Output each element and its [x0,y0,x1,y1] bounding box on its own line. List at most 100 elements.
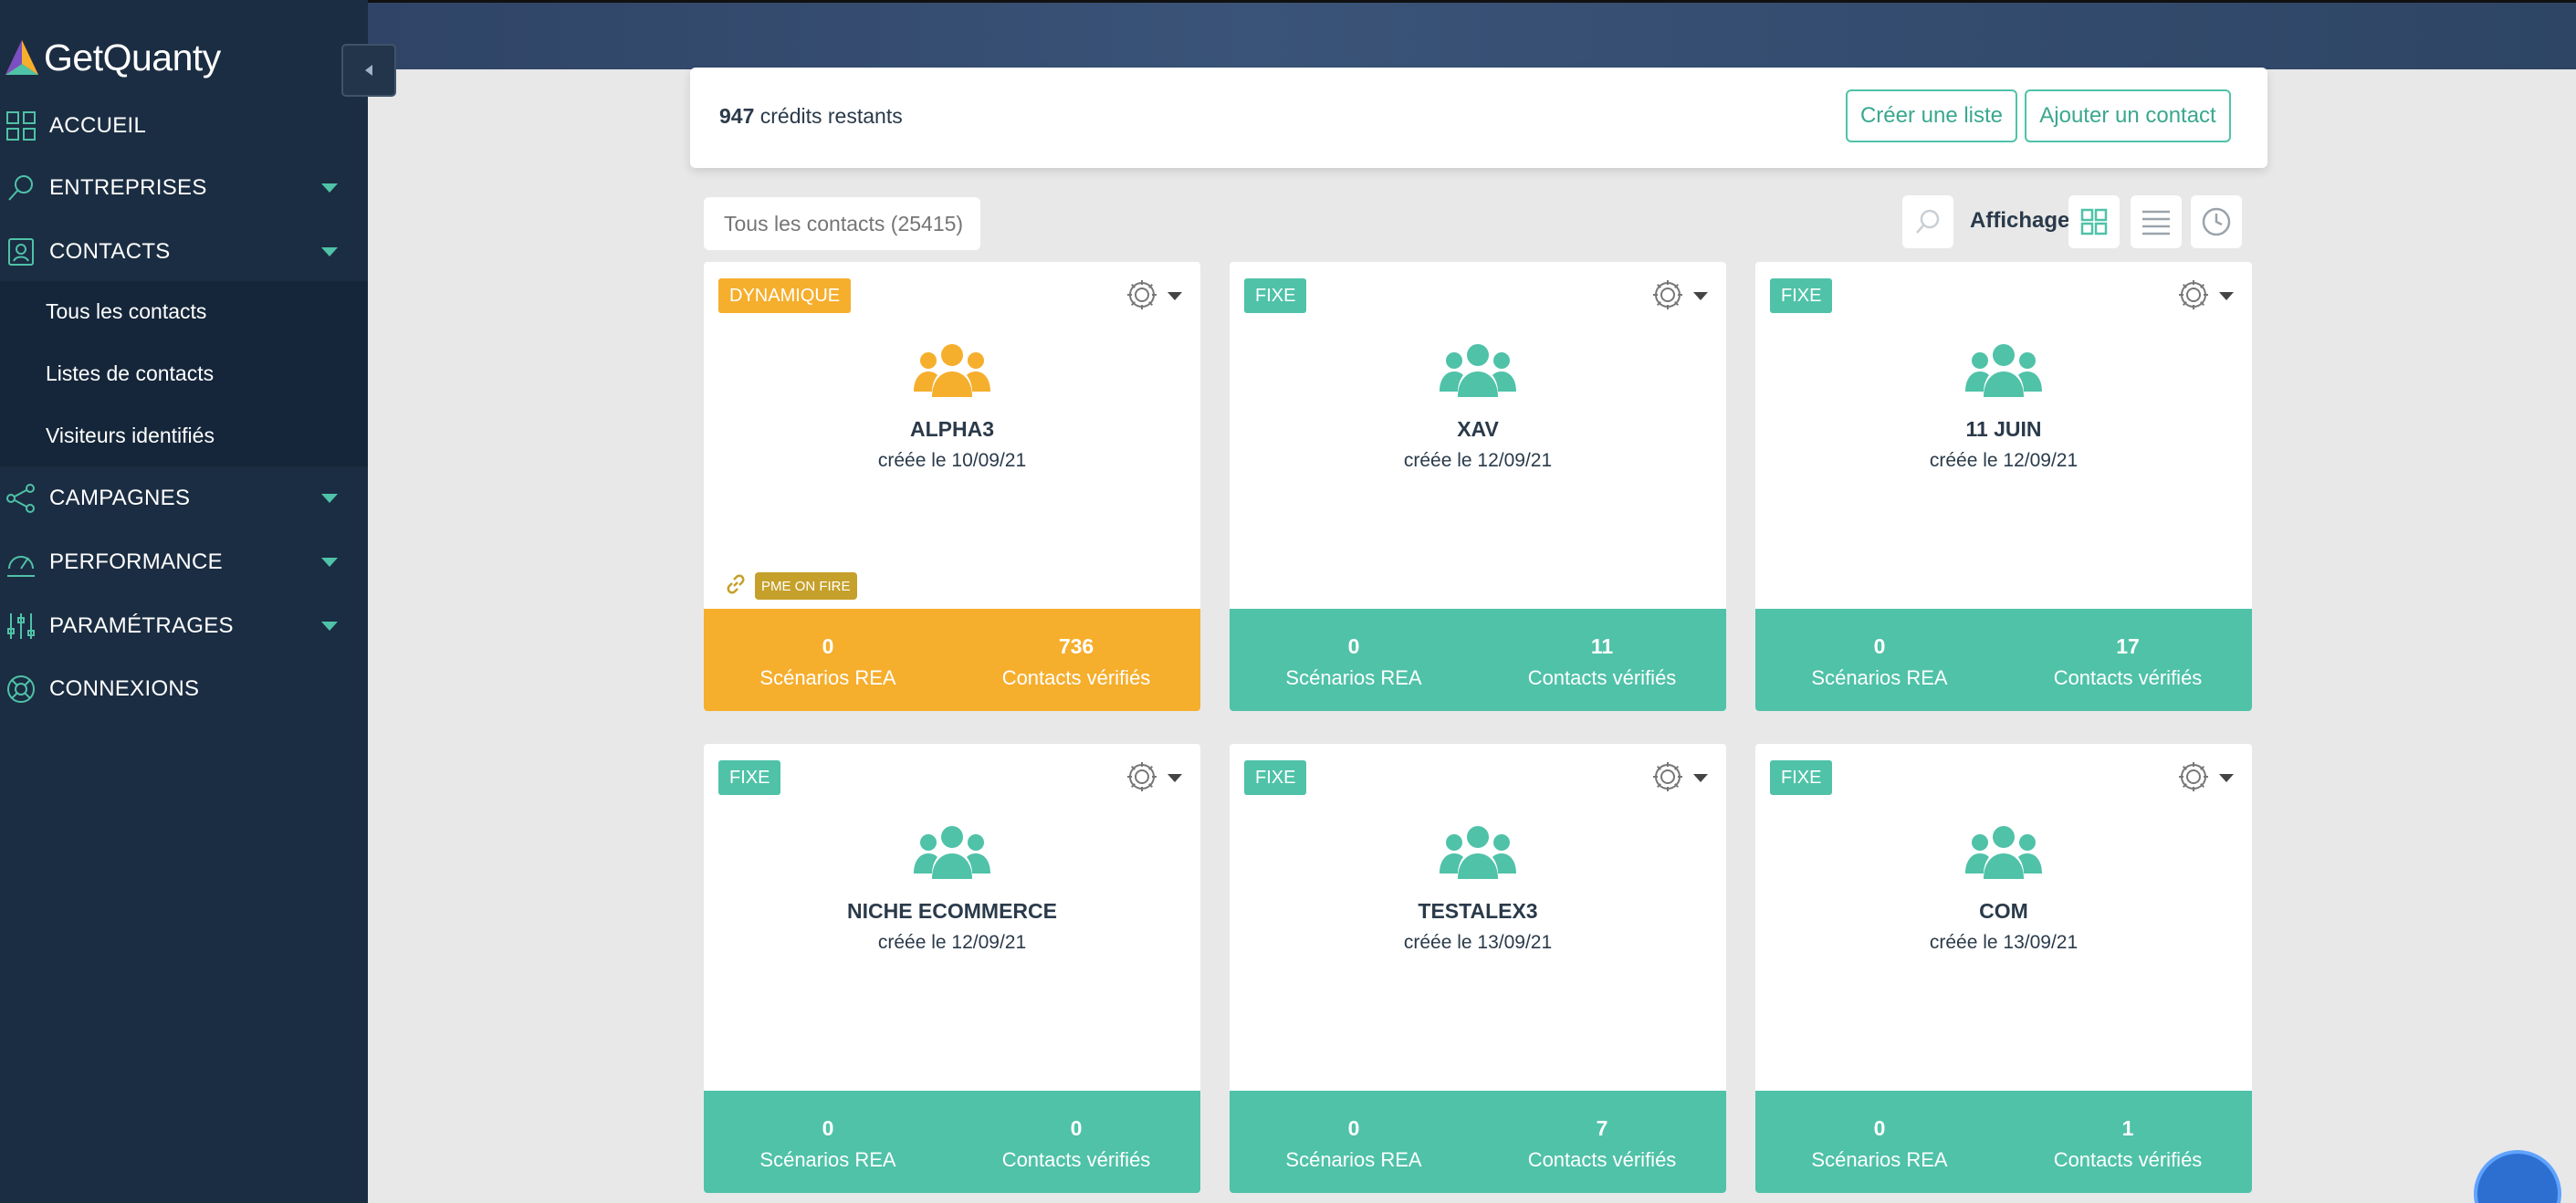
settings-dropdown-caret[interactable] [2219,292,2234,300]
credits-label: crédits restants [759,104,903,128]
nav-label: ACCUEIL [49,113,147,138]
stat-scenarios-label: Scénarios REA [1285,1148,1422,1171]
list-created-date: créée le 13/09/21 [1929,932,2079,953]
settings-dropdown-caret[interactable] [1168,774,1182,782]
search-icon [1916,209,1940,234]
nav-label: CONNEXIONS [49,676,200,701]
contact-list-card[interactable]: FIXE COM créée le 13/09/21 0 Scénarios RE… [1755,744,2252,1193]
stat-scenarios: 0 Scénarios REA [1755,634,2004,690]
list-created-date: créée le 10/09/21 [877,450,1027,471]
create-list-button[interactable]: Créer une liste [1846,89,2017,142]
subnav-all-contacts[interactable]: Tous les contacts [46,299,206,324]
stat-scenarios-value: 0 [1873,634,1886,658]
gear-icon[interactable] [2175,277,2212,313]
stat-scenarios: 0 Scénarios REA [1230,634,1478,690]
nav-contacts[interactable]: CONTACTS [0,226,368,277]
nav-label: CAMPAGNES [49,486,191,510]
list-view-icon [2142,210,2170,235]
display-label: Affichage [1970,208,2070,233]
caret-left-icon [365,65,372,76]
credits-count: 947 [719,104,755,128]
list-type-badge: FIXE [1770,278,1833,313]
stat-contacts-value: 11 [1590,634,1614,658]
gear-icon[interactable] [1649,277,1686,313]
settings-dropdown-caret[interactable] [2219,774,2234,782]
logo[interactable]: GetQuanty [4,35,221,80]
stat-contacts: 0 Contacts vérifiés [952,1116,1200,1172]
stat-contacts: 17 Contacts vérifiés [2004,634,2252,690]
contact-list-card[interactable]: FIXE NICHE ECOMMERCE créée le 12/09/21 0 … [704,744,1200,1193]
list-title: COM [1979,899,2028,923]
chevron-down-icon [321,558,338,567]
history-view-button[interactable] [2191,195,2242,248]
gear-icon[interactable] [1649,758,1686,795]
contact-list-card[interactable]: FIXE TESTALEX3 créée le 13/09/21 0 Scénar… [1230,744,1726,1193]
group-icon [1965,344,2042,397]
header-banner [368,0,2576,69]
list-type-badge: FIXE [718,760,781,795]
grid-view-button[interactable] [2068,195,2120,248]
search-button[interactable] [1902,195,1953,248]
sidebar-collapse-button[interactable] [341,44,396,97]
contact-list-card[interactable]: DYNAMIQUE ALPHA3 créée le 10/09/21 PME ON … [704,262,1200,711]
gauge-icon [7,556,35,577]
stat-contacts-label: Contacts vérifiés [1001,1148,1151,1171]
chat-widget-button[interactable] [2474,1150,2561,1203]
list-tag[interactable]: PME ON FIRE [755,572,857,600]
rocket-icon [8,175,33,201]
stat-scenarios-label: Scénarios REA [1811,1148,1948,1171]
contact-list-card[interactable]: FIXE 11 JUIN créée le 12/09/21 0 Scénario… [1755,262,2252,711]
list-type-badge: DYNAMIQUE [718,278,852,313]
stat-scenarios-value: 0 [1347,634,1360,658]
logo-text: GetQuanty [44,36,221,78]
card-stats: 0 Scénarios REA 11 Contacts vérifiés [1230,609,1726,711]
stat-scenarios: 0 Scénarios REA [1230,1116,1478,1172]
logo-mark-icon [5,40,38,75]
contact-list-card[interactable]: FIXE XAV créée le 12/09/21 0 Scénarios RE… [1230,262,1726,711]
add-contact-button[interactable]: Ajouter un contact [2025,89,2231,142]
nav-connexions[interactable]: CONNEXIONS [0,664,368,715]
chevron-down-icon [321,494,338,503]
contact-card-icon [8,238,34,266]
nav-campagnes[interactable]: CAMPAGNES [0,473,368,524]
list-type-badge: FIXE [1244,278,1307,313]
nav-parametrages[interactable]: PARAMÉTRAGES [0,601,368,652]
card-stats: 0 Scénarios REA 7 Contacts vérifiés [1230,1091,1726,1193]
subnav-identified-visitors[interactable]: Visiteurs identifiés [46,424,215,448]
stat-scenarios: 0 Scénarios REA [704,1116,952,1172]
stat-scenarios: 0 Scénarios REA [1755,1116,2004,1172]
link-icon [727,574,745,594]
stat-scenarios-value: 0 [822,634,834,658]
stat-scenarios-label: Scénarios REA [759,666,896,689]
group-icon [914,344,990,397]
stat-scenarios-label: Scénarios REA [759,1148,896,1171]
sliders-icon [7,613,35,639]
gear-icon[interactable] [1124,758,1160,795]
group-icon [914,826,990,879]
settings-dropdown-caret[interactable] [1693,292,1708,300]
stat-contacts: 11 Contacts vérifiés [1478,634,1726,690]
list-type-badge: FIXE [1770,760,1833,795]
nav-performance[interactable]: PERFORMANCE [0,537,368,588]
contacts-search-input[interactable] [704,197,980,250]
nav-label: CONTACTS [49,239,171,264]
list-created-date: créée le 12/09/21 [1403,450,1553,471]
stat-contacts: 1 Contacts vérifiés [2004,1116,2252,1172]
gear-icon[interactable] [2175,758,2212,795]
gear-icon[interactable] [1124,277,1160,313]
list-view-button[interactable] [2131,195,2182,248]
stat-contacts-value: 7 [1596,1116,1608,1140]
subnav-contact-lists[interactable]: Listes de contacts [46,361,214,386]
stat-contacts-label: Contacts vérifiés [1527,666,1677,689]
clock-icon [2202,207,2231,236]
credits-text: 947 crédits restants [719,104,903,129]
stat-contacts-label: Contacts vérifiés [2053,1148,2203,1171]
nav-entreprises[interactable]: ENTREPRISES [0,162,368,214]
chevron-down-icon [321,622,338,631]
chevron-down-icon [321,183,338,193]
contacts-subnav: Tous les contacts Listes de contacts Vis… [0,281,368,466]
stat-scenarios: 0 Scénarios REA [704,634,952,690]
settings-dropdown-caret[interactable] [1168,292,1182,300]
settings-dropdown-caret[interactable] [1693,774,1708,782]
nav-accueil[interactable]: ACCUEIL [0,100,368,152]
